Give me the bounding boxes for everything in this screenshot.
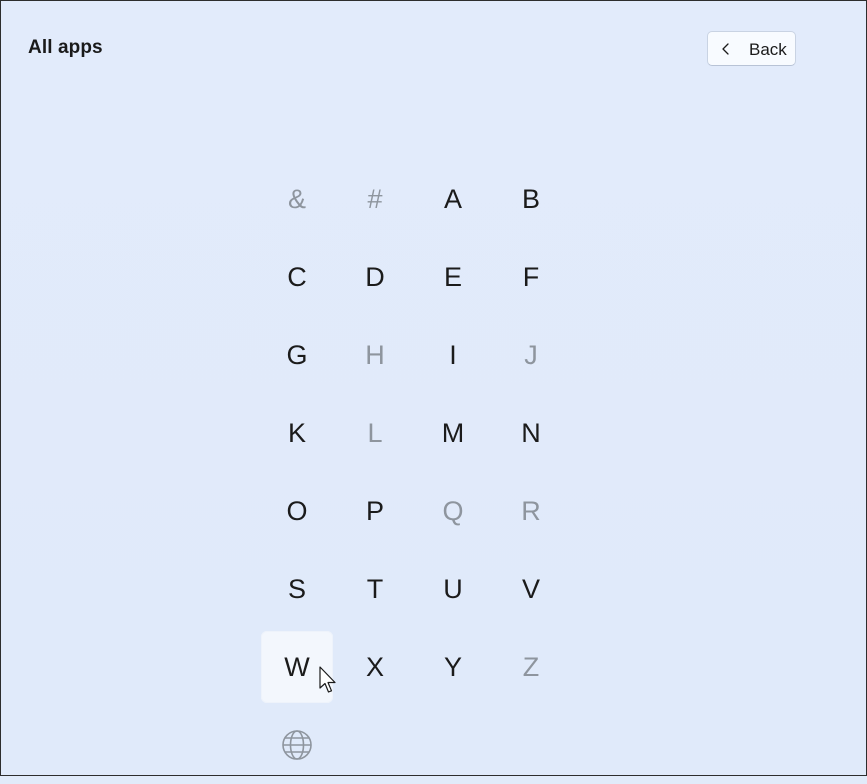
language-index-button xyxy=(258,706,336,784)
chevron-left-icon xyxy=(722,43,729,55)
all-apps-window: All apps Back & # A B C D E F G H I J K L M N O P Q R S T U V W X… xyxy=(0,0,867,776)
page-title: All apps xyxy=(28,37,103,58)
letter-button-n[interactable]: N xyxy=(492,394,570,472)
letter-button-w[interactable]: W xyxy=(261,631,333,703)
letter-button-q: Q xyxy=(442,495,464,526)
letter-button-l: L xyxy=(367,417,383,448)
letter-button-s[interactable]: S xyxy=(258,550,336,628)
letter-index-grid: & # A B C D E F G H I J K L M N O P Q R S T U V W X Y Z xyxy=(258,160,570,784)
letter-button-c[interactable]: C xyxy=(258,238,336,316)
globe-icon xyxy=(282,730,312,760)
back-button-label: Back xyxy=(749,40,787,59)
letter-button-r: R xyxy=(521,495,541,526)
letter-button-v[interactable]: V xyxy=(492,550,570,628)
letter-button-t[interactable]: T xyxy=(336,550,414,628)
letter-button-i[interactable]: I xyxy=(414,316,492,394)
letter-button-e[interactable]: E xyxy=(414,238,492,316)
letter-button-x[interactable]: X xyxy=(336,628,414,706)
letter-button-k[interactable]: K xyxy=(258,394,336,472)
letter-button-p[interactable]: P xyxy=(336,472,414,550)
letter-button-f[interactable]: F xyxy=(492,238,570,316)
letter-button-ampersand: & xyxy=(287,183,306,214)
letter-button-hash: # xyxy=(367,183,383,214)
letter-button-y[interactable]: Y xyxy=(414,628,492,706)
letter-button-h: H xyxy=(365,339,385,370)
letter-button-u[interactable]: U xyxy=(414,550,492,628)
back-button[interactable]: Back xyxy=(707,31,796,66)
letter-button-z: Z xyxy=(522,651,540,682)
letter-button-d[interactable]: D xyxy=(336,238,414,316)
letter-button-m[interactable]: M xyxy=(414,394,492,472)
letter-button-j: J xyxy=(524,339,538,370)
letter-button-b[interactable]: B xyxy=(492,160,570,238)
letter-button-o[interactable]: O xyxy=(258,472,336,550)
letter-button-a[interactable]: A xyxy=(414,160,492,238)
letter-button-g[interactable]: G xyxy=(258,316,336,394)
